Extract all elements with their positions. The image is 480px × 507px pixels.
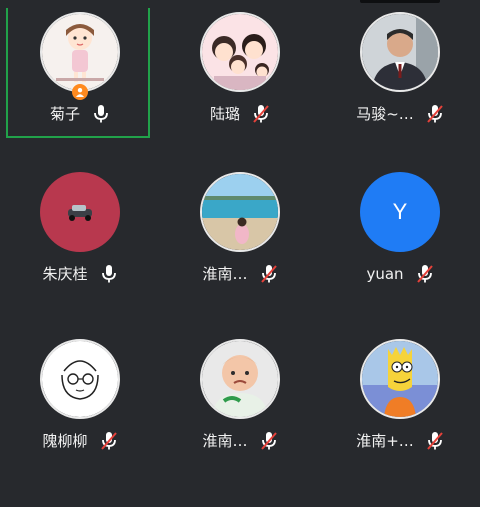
sketch-face-avatar xyxy=(40,339,120,419)
participant-name: 陆璐 xyxy=(209,105,240,123)
baby-photo-avatar xyxy=(200,339,280,419)
participant-name-row: 淮南… xyxy=(160,262,320,286)
participant-tile-6[interactable]: Y yuan xyxy=(320,170,480,340)
participant-tile-8[interactable]: 淮南… xyxy=(160,337,320,507)
participant-tile-5[interactable]: 淮南… xyxy=(160,170,320,340)
mic-muted-icon[interactable] xyxy=(416,264,434,284)
participant-tile-2[interactable]: 陆璐 xyxy=(160,10,320,180)
simpson-cartoon-avatar xyxy=(360,339,440,419)
participant-name: 隗柳柳 xyxy=(42,432,88,450)
participant-tile-4[interactable]: 朱庆桂 xyxy=(0,170,160,340)
beach-photo-avatar xyxy=(200,172,280,252)
toy-car-avatar xyxy=(40,172,120,252)
participant-name-row: 朱庆桂 xyxy=(0,262,160,286)
participant-name-row: 淮南+… xyxy=(320,429,480,453)
participant-name: 淮南+… xyxy=(356,432,414,450)
participant-name: 淮南… xyxy=(202,432,248,450)
participant-name: 菊子 xyxy=(49,105,80,123)
participant-tile-3[interactable]: 马骏~… xyxy=(320,10,480,180)
mic-muted-icon[interactable] xyxy=(426,431,444,451)
family-cartoon-avatar xyxy=(200,12,280,92)
participant-grid: 菊子 陆璐 马骏~… 朱庆桂 淮南… Y yuan 隗柳柳 淮南… 淮南+… xyxy=(0,0,480,480)
participant-name-row: 马骏~… xyxy=(320,102,480,126)
mic-muted-icon[interactable] xyxy=(260,431,278,451)
participant-name: yuan xyxy=(366,265,404,283)
host-badge-icon xyxy=(72,84,88,100)
cartoon-girl-avatar xyxy=(40,12,120,92)
participant-name-row: yuan xyxy=(320,262,480,286)
mic-icon[interactable] xyxy=(100,264,118,284)
participant-name-row: 菊子 xyxy=(0,102,160,126)
letter-avatar: Y xyxy=(360,172,440,252)
participant-name: 淮南… xyxy=(202,265,248,283)
participant-tile-7[interactable]: 隗柳柳 xyxy=(0,337,160,507)
mic-icon[interactable] xyxy=(92,104,110,124)
participant-name-row: 淮南… xyxy=(160,429,320,453)
participant-name-row: 隗柳柳 xyxy=(0,429,160,453)
participant-tile-1[interactable]: 菊子 xyxy=(0,8,160,180)
man-photo-avatar xyxy=(360,12,440,92)
mic-muted-icon[interactable] xyxy=(100,431,118,451)
participant-name: 朱庆桂 xyxy=(42,265,88,283)
participant-name-row: 陆璐 xyxy=(160,102,320,126)
participant-tile-9[interactable]: 淮南+… xyxy=(320,337,480,507)
participant-name: 马骏~… xyxy=(356,105,414,123)
mic-muted-icon[interactable] xyxy=(252,104,270,124)
mic-muted-icon[interactable] xyxy=(426,104,444,124)
mic-muted-icon[interactable] xyxy=(260,264,278,284)
